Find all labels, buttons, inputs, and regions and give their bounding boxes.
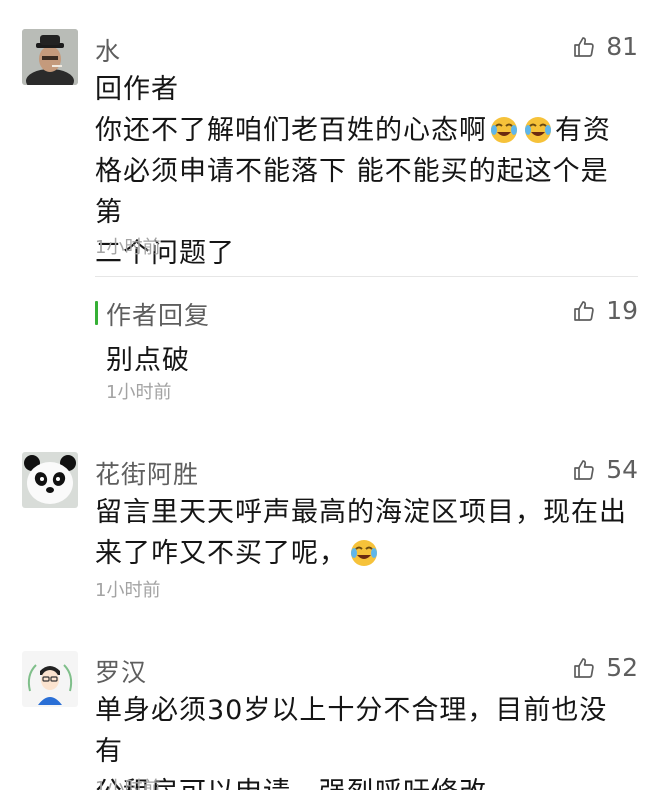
author-reply-content: 别点破 (106, 345, 190, 376)
comment-content: 单身必须30岁以上十分不合理，目前也没有 公租房可以申请，强烈呼吁修改 (95, 690, 635, 790)
comment-line: 你还不了解咱们老百姓的心态啊 有资 (95, 110, 635, 151)
reply-timestamp: 1小时前 (106, 382, 172, 403)
face-with-tears-of-joy-icon (491, 117, 517, 143)
author-reply-label: 作者回复 (106, 301, 211, 330)
comment-line: 单身必须30岁以上十分不合理，目前也没有 (95, 695, 608, 767)
like-count: 81 (606, 32, 638, 61)
reply-indicator-bar (95, 301, 98, 325)
like-count: 54 (606, 455, 638, 484)
comment-line: 二个问题了 (95, 238, 235, 269)
face-with-tears-of-joy-icon (525, 117, 551, 143)
avatar-man-hat-image (22, 29, 78, 85)
comment-line: 公租房可以申请，强烈呼吁修改 (95, 772, 635, 790)
comment-content: 回作者 你还不了解咱们老百姓的心态啊 有资 格必须申请不能落下 能不能买的起这个是… (95, 69, 635, 274)
comment-line: 来了咋又不买了呢， (95, 533, 635, 574)
thumbs-up-icon (574, 657, 594, 678)
face-with-tears-of-joy-icon (351, 540, 377, 566)
avatar[interactable] (22, 452, 78, 508)
divider (95, 276, 638, 277)
reply-like-button[interactable]: 19 (572, 296, 638, 325)
comment-text: 有资 (555, 115, 611, 146)
avatar-cartoon-boy-image (22, 651, 78, 707)
comment-timestamp: 1小时前 (95, 237, 161, 258)
thumbs-up-icon (574, 300, 594, 321)
comment-author-name[interactable]: 水 (95, 32, 121, 68)
thumbs-up-icon (574, 459, 594, 480)
avatar[interactable] (22, 29, 78, 85)
like-button[interactable]: 52 (572, 653, 638, 682)
like-button[interactable]: 81 (572, 32, 638, 61)
comment-line: 回作者 (95, 74, 179, 105)
comment-text: 来了咋又不买了呢， (95, 538, 347, 569)
like-count: 52 (606, 653, 638, 682)
comment-line: 留言里天天呼声最高的海淀区项目，现在出 (95, 497, 627, 528)
avatar-panda-image (22, 452, 78, 508)
thumbs-up-icon (574, 36, 594, 57)
like-button[interactable]: 54 (572, 455, 638, 484)
comment-text: 你还不了解咱们老百姓的心态啊 (95, 115, 487, 146)
comment-timestamp: 1小时前 (95, 778, 161, 790)
comment-line: 格必须申请不能落下 能不能买的起这个是第 (95, 156, 609, 228)
like-count: 19 (606, 296, 638, 325)
avatar[interactable] (22, 651, 78, 707)
comment-author-name[interactable]: 罗汉 (95, 653, 147, 689)
comment-author-name[interactable]: 花街阿胜 (95, 455, 199, 491)
comment-content: 留言里天天呼声最高的海淀区项目，现在出 来了咋又不买了呢， (95, 492, 635, 574)
comment-timestamp: 1小时前 (95, 580, 161, 601)
